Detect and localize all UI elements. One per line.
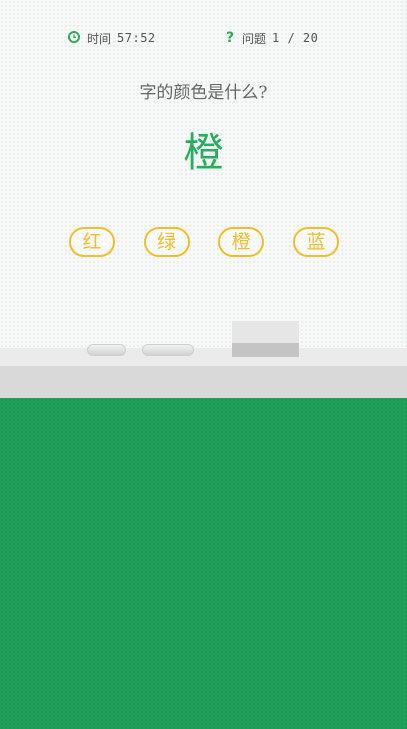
clock-icon xyxy=(67,30,81,47)
game-area xyxy=(0,0,407,398)
question-progress: 1 / 20 xyxy=(272,31,319,45)
target-word: 橙 xyxy=(183,130,224,176)
bottom-panel xyxy=(0,398,407,729)
question-mark-icon: ? xyxy=(225,30,235,46)
question-prompt: 字的颜色是什么? xyxy=(139,83,268,103)
timer: 时间 57:52 xyxy=(67,28,156,48)
answer-options: 红 绿 橙 蓝 xyxy=(69,227,339,257)
stone-block-shadow xyxy=(232,343,299,357)
timer-value: 57:52 xyxy=(117,31,156,45)
stone-block xyxy=(232,321,299,343)
question-counter: ? 问题 1 / 20 xyxy=(224,28,318,48)
option-blue-button[interactable]: 蓝 xyxy=(292,227,339,257)
option-red-button[interactable]: 红 xyxy=(69,227,115,257)
ground-base xyxy=(0,366,407,398)
option-green-button[interactable]: 绿 xyxy=(143,227,190,257)
ground-surface xyxy=(0,348,407,366)
stone-pad xyxy=(142,344,194,356)
question-label: 问题 xyxy=(242,31,267,46)
stone-pad xyxy=(87,344,126,356)
option-orange-button[interactable]: 橙 xyxy=(218,227,265,257)
timer-label: 时间 xyxy=(87,31,112,46)
